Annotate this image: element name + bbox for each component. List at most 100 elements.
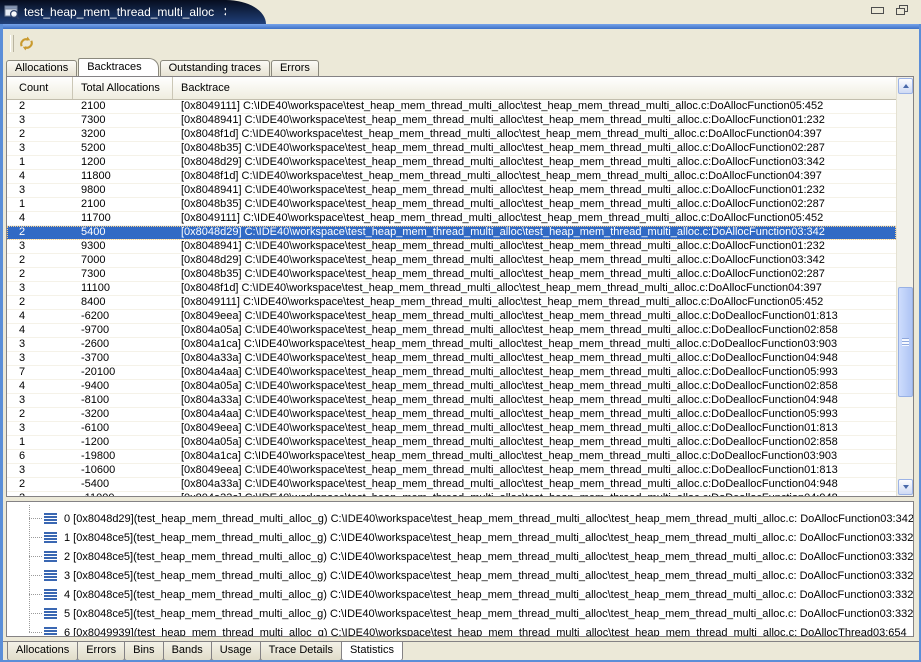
vertical-scrollbar[interactable] bbox=[896, 77, 913, 496]
trace-item[interactable]: 3 [0x8048ce5](test_heap_mem_thread_multi… bbox=[7, 566, 913, 585]
cell-total: -2600 bbox=[73, 338, 173, 351]
trace-item[interactable]: 0 [0x8048d29](test_heap_mem_thread_multi… bbox=[7, 509, 913, 528]
table-row[interactable]: 2-11000[0x804a33a] C:\IDE40\workspace\te… bbox=[7, 492, 896, 496]
trace-details-panel: 0 [0x8048d29](test_heap_mem_thread_multi… bbox=[6, 501, 914, 637]
table-row[interactable]: 25400[0x8048d29] C:\IDE40\workspace\test… bbox=[7, 226, 896, 240]
tab-swoosh bbox=[226, 0, 266, 24]
table-row[interactable]: 39800[0x8048941] C:\IDE40\workspace\test… bbox=[7, 184, 896, 198]
scroll-up-icon[interactable] bbox=[898, 78, 913, 94]
cell-total: -6100 bbox=[73, 422, 173, 435]
cell-count: 3 bbox=[7, 142, 73, 155]
scroll-down-icon[interactable] bbox=[898, 479, 913, 495]
trace-tree: 0 [0x8048d29](test_heap_mem_thread_multi… bbox=[7, 502, 913, 636]
panel-tab-errors[interactable]: Errors bbox=[77, 642, 125, 661]
table-row[interactable]: 7-20100[0x804a4aa] C:\IDE40\workspace\te… bbox=[7, 366, 896, 380]
table-row[interactable]: 3-8100[0x804a33a] C:\IDE40\workspace\tes… bbox=[7, 394, 896, 408]
cell-backtrace: [0x8049111] C:\IDE40\workspace\test_heap… bbox=[173, 212, 896, 225]
cell-total: 7300 bbox=[73, 268, 173, 281]
column-header-count[interactable]: Count bbox=[7, 77, 73, 99]
panel-tab-bins[interactable]: Bins bbox=[124, 642, 163, 661]
table-header[interactable]: CountTotal AllocationsBacktrace bbox=[7, 77, 896, 100]
cell-count: 3 bbox=[7, 114, 73, 127]
cell-backtrace: [0x8048941] C:\IDE40\workspace\test_heap… bbox=[173, 184, 896, 197]
stack-trace-icon bbox=[44, 608, 57, 619]
cell-backtrace: [0x8049111] C:\IDE40\workspace\test_heap… bbox=[173, 296, 896, 309]
table-row[interactable]: 3-10600[0x8049eea] C:\IDE40\workspace\te… bbox=[7, 464, 896, 478]
trace-item[interactable]: 1 [0x8048ce5](test_heap_mem_thread_multi… bbox=[7, 528, 913, 547]
heap-analysis-window: test_heap_mem_thread_multi_alloc ✕ Alloc… bbox=[0, 0, 921, 662]
editor-tab[interactable]: test_heap_mem_thread_multi_alloc ✕ bbox=[0, 0, 226, 24]
panel-tab-trace-details[interactable]: Trace Details bbox=[260, 642, 342, 661]
panel-tab-bands[interactable]: Bands bbox=[163, 642, 212, 661]
table-row[interactable]: 1-1200[0x804a05a] C:\IDE40\workspace\tes… bbox=[7, 436, 896, 450]
table-row[interactable]: 2-3200[0x804a4aa] C:\IDE40\workspace\tes… bbox=[7, 408, 896, 422]
cell-backtrace: [0x8048f1d] C:\IDE40\workspace\test_heap… bbox=[173, 128, 896, 141]
table-row[interactable]: 4-9400[0x804a05a] C:\IDE40\workspace\tes… bbox=[7, 380, 896, 394]
cell-count: 3 bbox=[7, 184, 73, 197]
minimize-icon[interactable] bbox=[871, 7, 884, 14]
cell-backtrace: [0x804a33a] C:\IDE40\workspace\test_heap… bbox=[173, 394, 896, 407]
cell-backtrace: [0x804a4aa] C:\IDE40\workspace\test_heap… bbox=[173, 366, 896, 379]
trace-item[interactable]: 5 [0x8048ce5](test_heap_mem_thread_multi… bbox=[7, 604, 913, 623]
view-tab-errors[interactable]: Errors bbox=[271, 60, 319, 76]
table-row[interactable]: 311100[0x8048f1d] C:\IDE40\workspace\tes… bbox=[7, 282, 896, 296]
view-tab-outstanding-traces[interactable]: Outstanding traces bbox=[160, 60, 270, 76]
cell-backtrace: [0x804a4aa] C:\IDE40\workspace\test_heap… bbox=[173, 408, 896, 421]
toolbar-grip[interactable] bbox=[10, 35, 14, 52]
panel-tab-allocations[interactable]: Allocations bbox=[7, 642, 78, 661]
view-tab-allocations[interactable]: Allocations bbox=[6, 60, 77, 76]
table-row[interactable]: 27300[0x8048b35] C:\IDE40\workspace\test… bbox=[7, 268, 896, 282]
table-row[interactable]: 12100[0x8048b35] C:\IDE40\workspace\test… bbox=[7, 198, 896, 212]
cell-count: 4 bbox=[7, 310, 73, 323]
cell-backtrace: [0x804a05a] C:\IDE40\workspace\test_heap… bbox=[173, 436, 896, 449]
cell-count: 4 bbox=[7, 212, 73, 225]
trace-item[interactable]: 2 [0x8048ce5](test_heap_mem_thread_multi… bbox=[7, 547, 913, 566]
restore-icon[interactable] bbox=[896, 5, 909, 16]
trace-item[interactable]: 4 [0x8048ce5](test_heap_mem_thread_multi… bbox=[7, 585, 913, 604]
view-tabs: AllocationsBacktracesOutstanding tracesE… bbox=[6, 58, 320, 76]
trace-item-label: 6 [0x8049939](test_heap_mem_thread_multi… bbox=[64, 627, 907, 638]
table-row[interactable]: 6-19800[0x804a1ca] C:\IDE40\workspace\te… bbox=[7, 450, 896, 464]
cell-backtrace: [0x804a05a] C:\IDE40\workspace\test_heap… bbox=[173, 324, 896, 337]
table-row[interactable]: 22100[0x8049111] C:\IDE40\workspace\test… bbox=[7, 100, 896, 114]
cell-backtrace: [0x804a1ca] C:\IDE40\workspace\test_heap… bbox=[173, 338, 896, 351]
table-row[interactable]: 27000[0x8048d29] C:\IDE40\workspace\test… bbox=[7, 254, 896, 268]
table-row[interactable]: 4-6200[0x8049eea] C:\IDE40\workspace\tes… bbox=[7, 310, 896, 324]
panel-tab-statistics[interactable]: Statistics bbox=[341, 642, 403, 661]
table-row[interactable]: 3-6100[0x8049eea] C:\IDE40\workspace\tes… bbox=[7, 422, 896, 436]
cell-backtrace: [0x8049eea] C:\IDE40\workspace\test_heap… bbox=[173, 310, 896, 323]
table-rows: 22100[0x8049111] C:\IDE40\workspace\test… bbox=[7, 100, 896, 496]
window-border-left bbox=[0, 24, 3, 662]
cell-count: 7 bbox=[7, 366, 73, 379]
table-row[interactable]: 39300[0x8048941] C:\IDE40\workspace\test… bbox=[7, 240, 896, 254]
cell-backtrace: [0x8048b35] C:\IDE40\workspace\test_heap… bbox=[173, 268, 896, 281]
table-row[interactable]: 35200[0x8048b35] C:\IDE40\workspace\test… bbox=[7, 142, 896, 156]
view-tab-backtraces[interactable]: Backtraces bbox=[78, 58, 158, 76]
panel-tab-usage[interactable]: Usage bbox=[211, 642, 261, 661]
column-header-total-allocations[interactable]: Total Allocations bbox=[73, 77, 173, 99]
cell-backtrace: [0x8049eea] C:\IDE40\workspace\test_heap… bbox=[173, 464, 896, 477]
cell-count: 1 bbox=[7, 436, 73, 449]
cell-total: -3200 bbox=[73, 408, 173, 421]
table-row[interactable]: 2-5400[0x804a33a] C:\IDE40\workspace\tes… bbox=[7, 478, 896, 492]
cell-backtrace: [0x8048941] C:\IDE40\workspace\test_heap… bbox=[173, 114, 896, 127]
sync-icon[interactable] bbox=[17, 34, 36, 53]
column-header-backtrace[interactable]: Backtrace bbox=[173, 77, 896, 99]
table-row[interactable]: 37300[0x8048941] C:\IDE40\workspace\test… bbox=[7, 114, 896, 128]
stack-trace-icon bbox=[44, 570, 57, 581]
table-row[interactable]: 23200[0x8048f1d] C:\IDE40\workspace\test… bbox=[7, 128, 896, 142]
table-row[interactable]: 411800[0x8048f1d] C:\IDE40\workspace\tes… bbox=[7, 170, 896, 184]
table-row[interactable]: 411700[0x8049111] C:\IDE40\workspace\tes… bbox=[7, 212, 896, 226]
table-row[interactable]: 3-2600[0x804a1ca] C:\IDE40\workspace\tes… bbox=[7, 338, 896, 352]
scrollbar-thumb[interactable] bbox=[898, 287, 913, 397]
table-row[interactable]: 28400[0x8049111] C:\IDE40\workspace\test… bbox=[7, 296, 896, 310]
cell-backtrace: [0x804a1ca] C:\IDE40\workspace\test_heap… bbox=[173, 450, 896, 463]
trace-item[interactable]: 6 [0x8049939](test_heap_mem_thread_multi… bbox=[7, 623, 913, 637]
table-row[interactable]: 3-3700[0x804a33a] C:\IDE40\workspace\tes… bbox=[7, 352, 896, 366]
backtraces-table: CountTotal AllocationsBacktrace 22100[0x… bbox=[6, 76, 914, 497]
table-row[interactable]: 4-9700[0x804a05a] C:\IDE40\workspace\tes… bbox=[7, 324, 896, 338]
cell-count: 4 bbox=[7, 170, 73, 183]
cell-count: 6 bbox=[7, 450, 73, 463]
cell-backtrace: [0x8048b35] C:\IDE40\workspace\test_heap… bbox=[173, 142, 896, 155]
table-row[interactable]: 11200[0x8048d29] C:\IDE40\workspace\test… bbox=[7, 156, 896, 170]
